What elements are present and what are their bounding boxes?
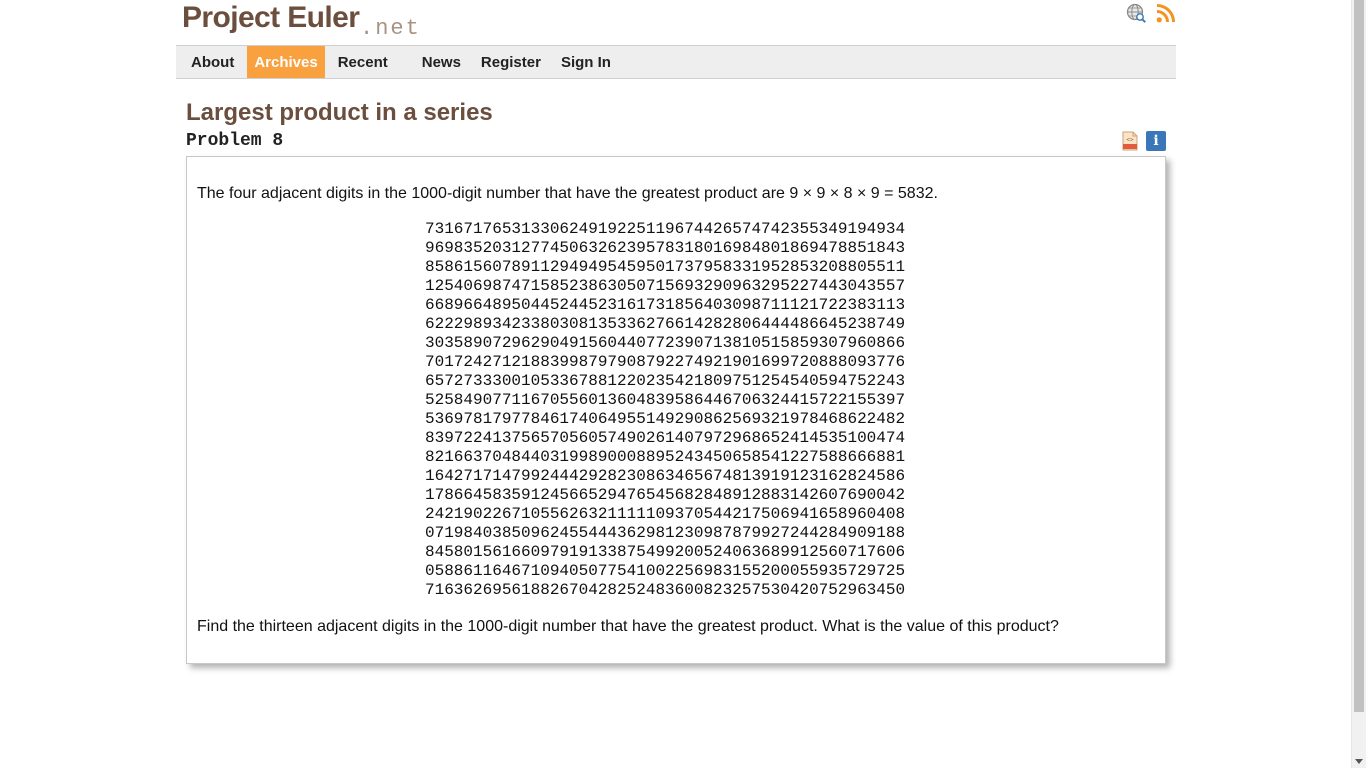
digit-row: 9698352031277450632623957831801698480186…	[425, 239, 906, 257]
digit-row: 7017242712188399879790879227492190169972…	[425, 353, 906, 371]
nav-news[interactable]: News	[415, 46, 468, 78]
digit-row: 8216637048440319989000889524345065854122…	[425, 448, 906, 466]
digit-row: 3035890729629049156044077239071381051585…	[425, 334, 906, 352]
digit-block: 7316717653133062491922511967442657474235…	[425, 220, 905, 600]
problem-content: The four adjacent digits in the 1000-dig…	[186, 156, 1166, 664]
svg-text:<>: <>	[1126, 137, 1134, 144]
problem-number: Problem 8	[186, 131, 284, 151]
logo-suffix: .net	[360, 16, 421, 41]
digit-row: 8397224137565705605749026140797296865241…	[425, 429, 906, 447]
page-scrollbar[interactable]	[1351, 0, 1366, 768]
digit-row: 1642717147992444292823086346567481391912…	[425, 467, 906, 485]
problem-tools: <> i	[1120, 131, 1166, 151]
main-nav: About Archives Recent News Register Sign…	[176, 45, 1176, 79]
scrollbar-thumb[interactable]	[1354, 0, 1364, 712]
digit-row: 7163626956188267042825248360082325753042…	[425, 581, 906, 599]
problem-question: Find the thirteen adjacent digits in the…	[197, 618, 1059, 635]
logo-text: Project Euler	[182, 1, 360, 34]
page-title: Largest product in a series	[186, 99, 493, 126]
problem-header: Largest product in a series Problem 8 <>…	[176, 79, 1176, 156]
digit-row: 7316717653133062491922511967442657474235…	[425, 220, 906, 238]
digit-row: 8586156078911294949545950173795833195285…	[425, 258, 906, 276]
rss-feed-icon[interactable]	[1156, 3, 1176, 23]
digit-row: 2421902267105562632111110937054421750694…	[425, 505, 906, 523]
nav-register[interactable]: Register	[474, 46, 548, 78]
site-header: Project Euler .net	[176, 0, 1176, 45]
header-icons	[1126, 3, 1176, 23]
digit-row: 6222989342338030813533627661428280644448…	[425, 315, 906, 333]
nav-recent[interactable]: Recent	[331, 46, 395, 78]
nav-sign-in[interactable]: Sign In	[554, 46, 618, 78]
digit-row: 5369781797784617406495514929086256932197…	[425, 410, 906, 428]
problem-intro: The four adjacent digits in the 1000-dig…	[197, 185, 938, 202]
scroll-down-arrow-icon[interactable]	[1355, 759, 1363, 764]
search-globe-icon[interactable]	[1126, 3, 1146, 23]
page-container: Project Euler .net About Archives Recent	[176, 0, 1176, 156]
digit-row: 0588611646710940507754100225698315520005…	[425, 562, 906, 580]
info-icon[interactable]: i	[1146, 131, 1166, 151]
digit-row: 1786645835912456652947654568284891288314…	[425, 486, 906, 504]
digit-row: 8458015616609791913387549920052406368991…	[425, 543, 906, 561]
digit-row: 6689664895044524452316173185640309871112…	[425, 296, 906, 314]
nav-about[interactable]: About	[184, 46, 241, 78]
show-html-source-icon[interactable]: <>	[1120, 131, 1140, 151]
digit-row: 6572733300105336788122023542180975125454…	[425, 372, 906, 390]
digit-row: 5258490771167055601360483958644670632441…	[425, 391, 906, 409]
nav-archives[interactable]: Archives	[247, 46, 325, 78]
digit-row: 1254069874715852386305071569329096329522…	[425, 277, 906, 295]
digit-row: 0719840385096245544436298123098787992724…	[425, 524, 906, 542]
